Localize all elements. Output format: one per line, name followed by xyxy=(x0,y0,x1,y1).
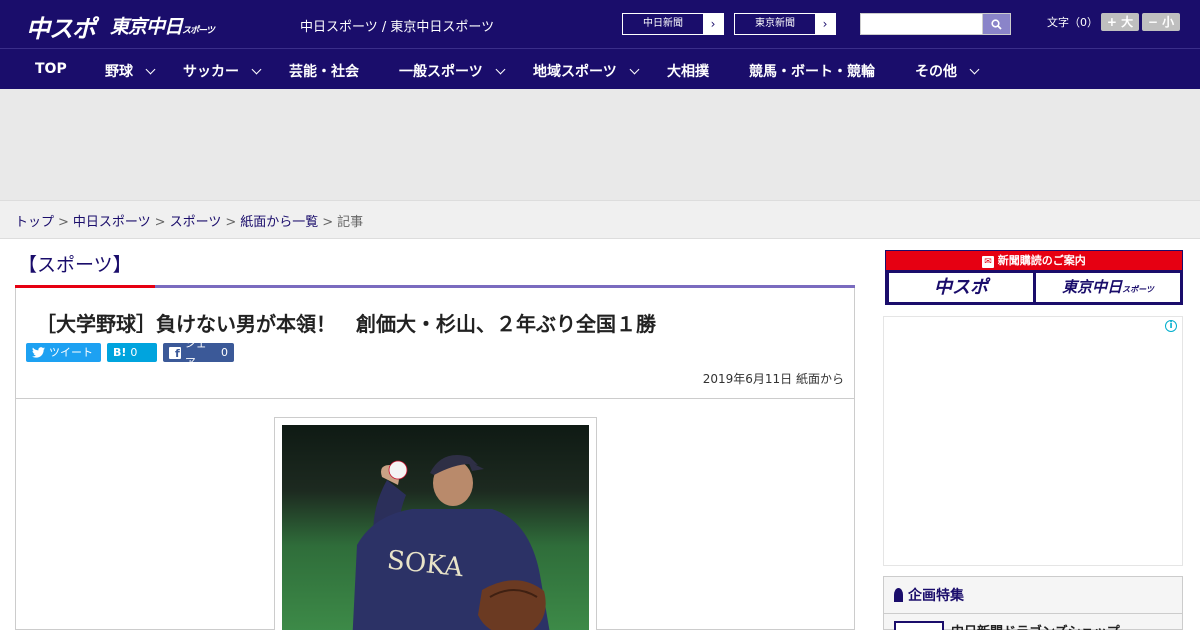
nav-label: 大相撲 xyxy=(667,64,709,80)
nav-label: その他 xyxy=(915,64,957,80)
chunichi-shimbun-label: 中日新聞 xyxy=(643,18,683,29)
nav-item-racing[interactable]: 競馬・ボート・競輪 xyxy=(749,61,875,81)
search-input[interactable] xyxy=(860,13,984,35)
chevron-right-icon: › xyxy=(815,14,835,34)
nav-item-soccer[interactable]: サッカー xyxy=(183,61,262,81)
ribbon-icon xyxy=(894,588,903,602)
nav-item-sumo[interactable]: 大相撲 xyxy=(667,61,709,81)
chevron-down-icon xyxy=(629,64,640,75)
chevron-down-icon xyxy=(969,64,980,75)
feature-title-label: 企画特集 xyxy=(908,588,964,604)
chunichi-shimbun-button[interactable]: 中日新聞 › xyxy=(622,13,724,35)
chevron-down-icon xyxy=(145,64,156,75)
nav-item-top[interactable]: TOP xyxy=(35,61,67,77)
article-date: 2019年6月11日 紙面から xyxy=(702,372,844,386)
nav-label: 野球 xyxy=(105,64,133,80)
search-button[interactable] xyxy=(982,13,1011,35)
hatena-bookmark-icon: B! xyxy=(113,346,127,359)
nav-item-entertainment[interactable]: 芸能・社会 xyxy=(289,61,359,81)
tokyo-chunichi-logo[interactable]: 東京中日スポーツ xyxy=(110,12,215,39)
breadcrumb-separator: > xyxy=(58,215,69,230)
hatena-count: 0 xyxy=(130,346,138,359)
breadcrumb-link-paper-list[interactable]: 紙面から一覧 xyxy=(240,215,318,230)
nav-item-baseball[interactable]: 野球 xyxy=(105,61,156,81)
chevron-right-icon: › xyxy=(703,14,723,34)
chevron-down-icon xyxy=(251,64,262,75)
tokyo-shimbun-label: 東京新聞 xyxy=(755,18,795,29)
breadcrumb: トップ > 中日スポーツ > スポーツ > 紙面から一覧 > 記事 xyxy=(0,200,1200,239)
nav-label: 一般スポーツ xyxy=(399,64,483,80)
tweet-label: ツイート xyxy=(49,346,93,359)
hatena-bookmark-button[interactable]: B! 0 xyxy=(107,343,157,362)
breadcrumb-separator: > xyxy=(225,215,237,230)
breadcrumb-current: 記事 xyxy=(337,215,364,230)
newspaper-icon: ✉ xyxy=(982,256,994,268)
tokyo-shimbun-button[interactable]: 東京新聞 › xyxy=(734,13,836,35)
breadcrumb-separator: > xyxy=(322,215,334,230)
nav-label: TOP xyxy=(35,61,67,77)
subscription-title: 新聞購読のご案内 xyxy=(997,254,1086,267)
nav-item-other[interactable]: その他 xyxy=(915,61,980,81)
subscription-logo-tokyo-text: 東京中日 xyxy=(1062,278,1123,296)
article-photo-frame: SOKA xyxy=(274,417,597,630)
nav-label: 地域スポーツ xyxy=(533,64,617,80)
ad-banner-area xyxy=(0,89,1200,200)
tokyo-logo-sub: スポーツ xyxy=(182,26,215,36)
subscription-logo-tokyo[interactable]: 東京中日スポーツ xyxy=(1036,273,1180,302)
nav-item-general-sports[interactable]: 一般スポーツ xyxy=(399,61,506,81)
subscription-logo-tokyo-sub: スポーツ xyxy=(1122,285,1154,294)
subscription-logo-chuspo[interactable]: 中スポ xyxy=(889,273,1033,302)
breadcrumb-link-chunichi-sports[interactable]: 中日スポーツ xyxy=(73,215,151,230)
breadcrumb-link-sports[interactable]: スポーツ xyxy=(170,215,222,230)
facebook-share-label: シェア xyxy=(184,336,207,369)
chevron-down-icon xyxy=(495,64,506,75)
feature-item-link[interactable]: 中日新聞ドラゴンズショップ xyxy=(951,621,1120,630)
nav-label: サッカー xyxy=(183,64,239,80)
breadcrumb-separator: > xyxy=(154,215,166,230)
tokyo-logo-text: 東京中日 xyxy=(110,16,183,38)
font-smaller-button[interactable]: − 小 xyxy=(1142,13,1180,31)
nav-label: 競馬・ボート・競輪 xyxy=(749,64,875,80)
feature-title: 企画特集 xyxy=(894,585,964,605)
feature-divider xyxy=(884,613,1182,614)
feature-thumbnail[interactable] xyxy=(894,621,944,630)
facebook-icon: f xyxy=(169,346,181,360)
feature-box: 企画特集 中日新聞ドラゴンズショップ xyxy=(883,576,1183,630)
category-label: 【スポーツ】 xyxy=(18,254,132,276)
chuspo-logo[interactable]: 中スポ xyxy=(26,9,96,44)
site-links[interactable]: 中日スポーツ / 東京中日スポーツ xyxy=(300,16,494,35)
ad-info-icon[interactable]: i xyxy=(1165,320,1177,332)
subscription-header: ✉ 新聞購読のご案内 xyxy=(886,251,1182,270)
font-larger-button[interactable]: + 大 xyxy=(1101,13,1139,31)
main-nav: TOP 野球 サッカー 芸能・社会 一般スポーツ 地域スポーツ 大相撲 競馬・ボ… xyxy=(0,48,1200,89)
twitter-bird-icon xyxy=(32,347,45,358)
facebook-share-button[interactable]: f シェア 0 xyxy=(163,337,234,369)
article-divider xyxy=(16,398,854,399)
facebook-share-count: 0 xyxy=(221,346,228,359)
sidebar-ad[interactable]: i xyxy=(883,316,1183,566)
pitcher-illustration: SOKA xyxy=(352,455,550,630)
site-header: 中スポ 東京中日スポーツ 中日スポーツ / 東京中日スポーツ 中日新聞 › 東京… xyxy=(0,0,1200,48)
article-box: ［大学野球］負けない男が本領！ 創価大・杉山、２年ぶり全国１勝 ツイート B! … xyxy=(15,288,855,630)
article-headline: ［大学野球］負けない男が本領！ 創価大・杉山、２年ぶり全国１勝 xyxy=(36,312,656,336)
breadcrumb-link-top[interactable]: トップ xyxy=(15,215,54,230)
nav-label: 芸能・社会 xyxy=(289,64,359,80)
tweet-button[interactable]: ツイート xyxy=(26,343,101,362)
search-icon xyxy=(991,19,1002,30)
nav-item-regional-sports[interactable]: 地域スポーツ xyxy=(533,61,640,81)
subscription-box[interactable]: ✉ 新聞購読のご案内 中スポ 東京中日スポーツ xyxy=(885,250,1183,305)
font-size-label: 文字（0） xyxy=(1047,16,1098,29)
article-photo[interactable]: SOKA xyxy=(282,425,589,630)
